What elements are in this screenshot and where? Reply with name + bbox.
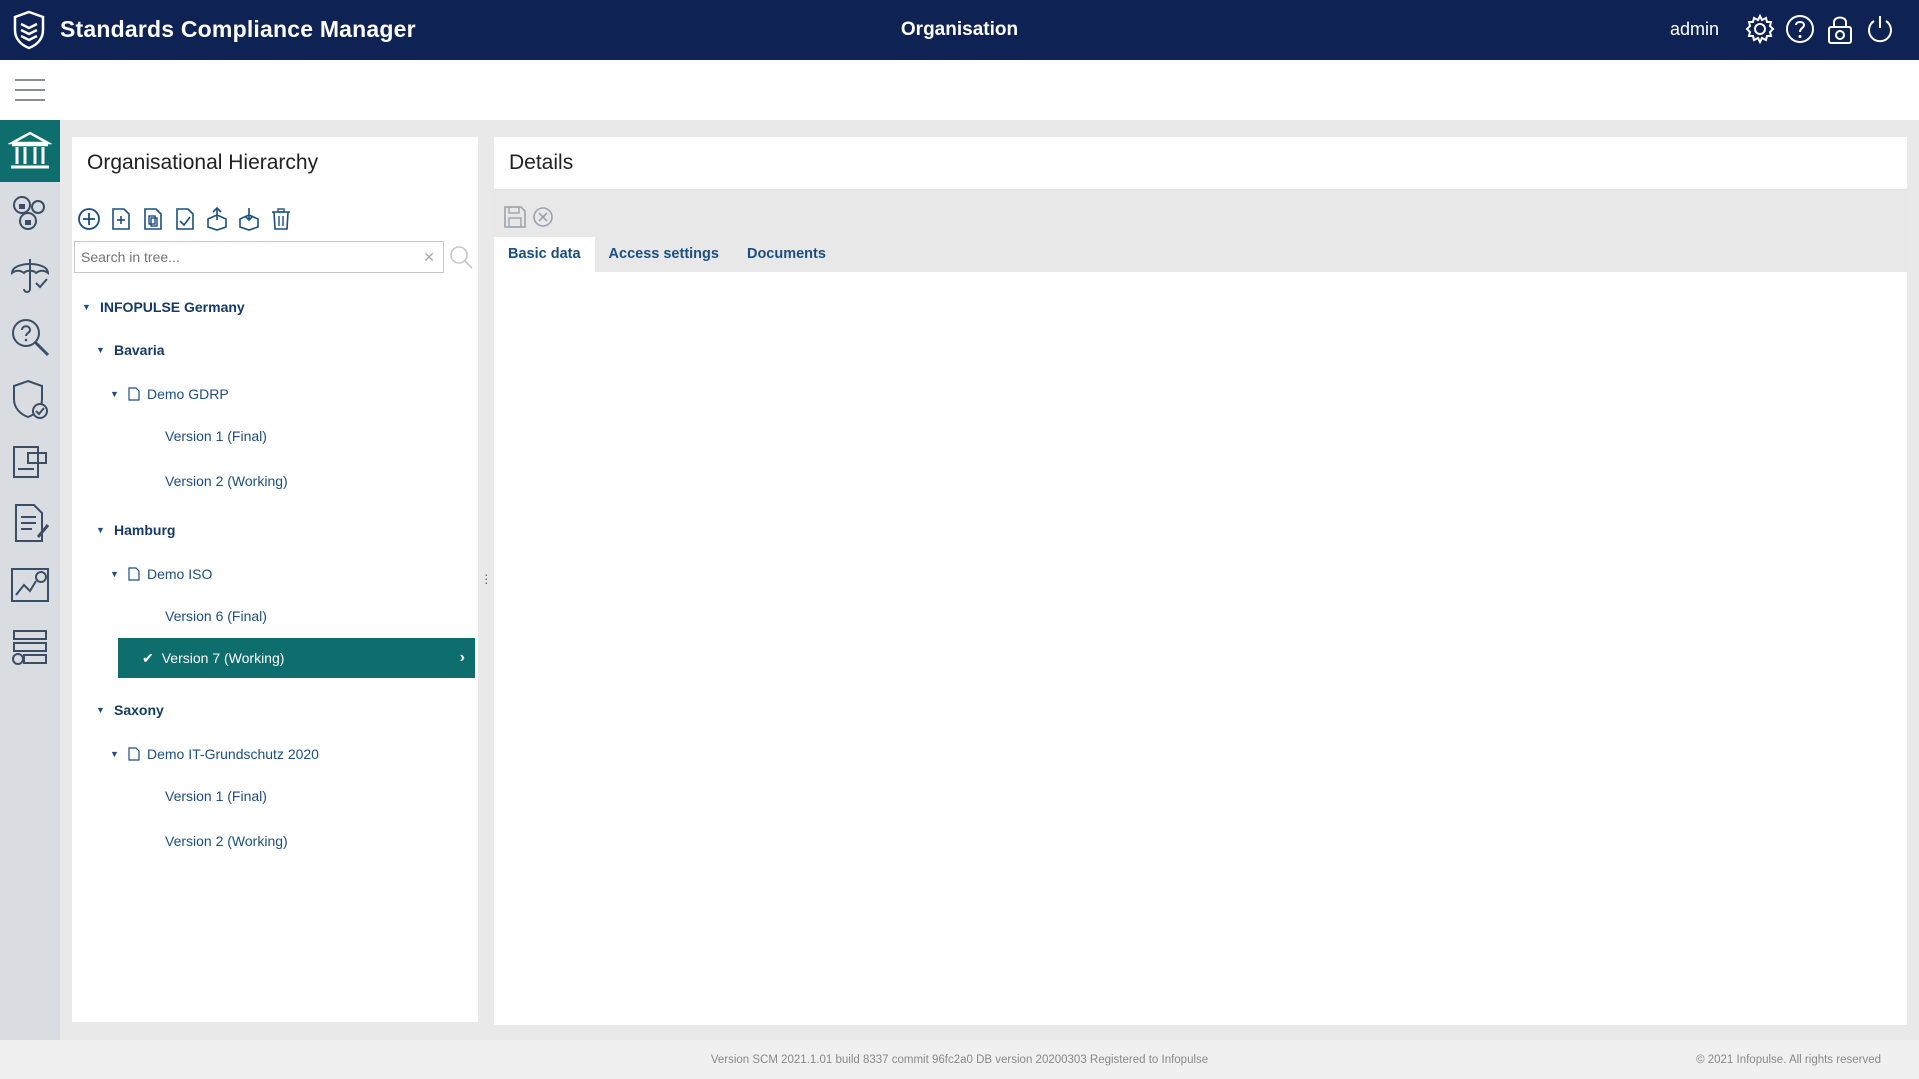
- add-icon[interactable]: [76, 206, 102, 232]
- nav-audit[interactable]: [0, 306, 60, 368]
- umbrella-icon: [10, 259, 50, 293]
- document-icon: [128, 747, 140, 761]
- nav-organisation[interactable]: [0, 120, 60, 182]
- tree-search-box: ✕: [74, 241, 444, 273]
- copyright: © 2021 Infopulse. All rights reserved: [1696, 1054, 1881, 1066]
- search-icon[interactable]: [448, 244, 474, 270]
- import-icon[interactable]: [236, 206, 262, 232]
- collapse-caret-icon[interactable]: ▼: [96, 345, 106, 355]
- lock-icon[interactable]: [1824, 13, 1856, 45]
- export-icon[interactable]: [204, 206, 230, 232]
- tree-node-version[interactable]: Version 2 (Working): [165, 461, 288, 501]
- tree-node-version[interactable]: Version 1 (Final): [165, 416, 267, 456]
- collapse-caret-icon[interactable]: ▼: [110, 569, 120, 579]
- collapse-caret-icon[interactable]: ▼: [96, 705, 106, 715]
- panel-splitter-handle[interactable]: · · ·: [484, 567, 489, 589]
- settings-list-icon: [12, 630, 47, 665]
- tree-node-demo-gdrp[interactable]: ▼ Demo GDRP: [110, 374, 229, 414]
- panel-title: Organisational Hierarchy: [87, 151, 319, 174]
- magnifier-question-icon: [12, 319, 50, 357]
- tree-node-bavaria[interactable]: ▼ Bavaria: [96, 330, 165, 370]
- nav-tasks[interactable]: [0, 430, 60, 492]
- organisational-hierarchy-panel: Organisational Hierarchy ✕ ▼INFOPU: [72, 137, 478, 1022]
- tree-node-version-selected[interactable]: ✔ Version 7 (Working) ›: [118, 638, 475, 678]
- check-icon: ✔: [142, 649, 154, 666]
- locks-icon: [13, 196, 45, 230]
- check-document-icon[interactable]: [172, 206, 198, 232]
- user-name[interactable]: admin: [1670, 19, 1719, 40]
- tree-node-demo-iso[interactable]: ▼ Demo ISO: [110, 554, 212, 594]
- chevron-right-icon[interactable]: ›: [460, 649, 465, 667]
- tree-node-saxony[interactable]: ▼ Saxony: [96, 690, 164, 730]
- power-icon[interactable]: [1864, 13, 1896, 45]
- collapse-caret-icon[interactable]: ▼: [82, 302, 92, 312]
- document-icon: [128, 387, 140, 401]
- delete-icon[interactable]: [268, 206, 294, 232]
- tree-node-hamburg[interactable]: ▼ Hamburg: [96, 510, 175, 550]
- nav-security-objects[interactable]: [0, 182, 60, 244]
- tree-node-version[interactable]: Version 1 (Final): [165, 776, 267, 816]
- nav-risk[interactable]: [0, 244, 60, 306]
- clipboard-icon: [13, 446, 47, 478]
- document-icon: [128, 567, 140, 581]
- shield-check-icon: [13, 379, 48, 419]
- tab-access-settings[interactable]: Access settings: [595, 237, 733, 272]
- basic-data-form: [494, 272, 1894, 1025]
- nav-measures[interactable]: [0, 368, 60, 430]
- tree-node-version[interactable]: Version 2 (Working): [165, 821, 288, 861]
- document-edit-icon: [15, 504, 50, 542]
- footer: Version SCM 2021.1.01 build 8337 commit …: [0, 1040, 1919, 1079]
- collapse-caret-icon[interactable]: ▼: [110, 389, 120, 399]
- clear-search-icon[interactable]: ✕: [423, 249, 435, 266]
- tab-documents[interactable]: Documents: [733, 237, 840, 272]
- collapse-caret-icon[interactable]: ▼: [110, 749, 120, 759]
- settings-icon[interactable]: [1744, 13, 1776, 45]
- institution-icon: [8, 131, 52, 169]
- app-title: Standards Compliance Manager: [60, 16, 416, 42]
- add-document-icon[interactable]: [108, 206, 134, 232]
- help-icon[interactable]: [1784, 13, 1816, 45]
- tab-basic-data[interactable]: Basic data: [494, 237, 595, 272]
- save-icon[interactable]: [502, 204, 528, 230]
- nav-administration[interactable]: [0, 616, 60, 678]
- copy-document-icon[interactable]: [140, 206, 166, 232]
- nav-reports[interactable]: [0, 492, 60, 554]
- version-info: Version SCM 2021.1.01 build 8337 commit …: [710, 1054, 1209, 1066]
- tree-toolbar: [76, 206, 294, 236]
- tree-search-input[interactable]: [75, 242, 405, 272]
- details-tabs: Basic data Access settings Documents: [494, 237, 840, 272]
- tree-node-demo-it-grundschutz[interactable]: ▼ Demo IT-Grundschutz 2020: [110, 734, 319, 774]
- nav-rail: [0, 120, 60, 1040]
- menu-icon[interactable]: [13, 75, 47, 105]
- nav-analytics[interactable]: [0, 554, 60, 616]
- details-panel: Details Basic data Access settings Docum…: [494, 137, 1907, 1025]
- tree-node-version[interactable]: Version 6 (Final): [165, 596, 267, 636]
- cancel-icon[interactable]: [530, 204, 556, 230]
- tree-node-root[interactable]: ▼ INFOPULSE Germany: [82, 287, 245, 327]
- chart-gear-icon: [11, 568, 49, 602]
- shield-logo-icon: [13, 10, 45, 50]
- collapse-caret-icon[interactable]: ▼: [96, 525, 106, 535]
- panel-title: Details: [509, 151, 574, 174]
- sub-header: [0, 60, 1919, 120]
- top-bar: Standards Compliance Manager Organisatio…: [0, 0, 1919, 60]
